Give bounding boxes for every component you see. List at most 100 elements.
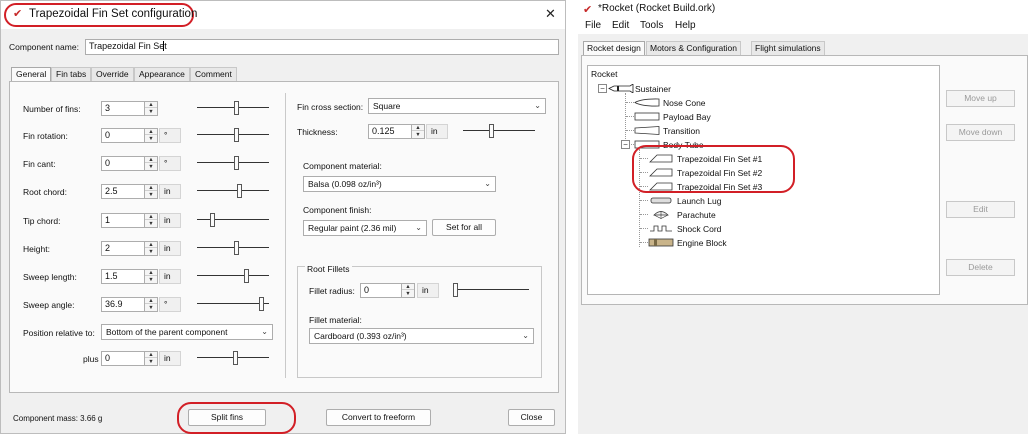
sweep-length-slider[interactable]: [197, 269, 269, 283]
fillet-radius-spinner[interactable]: ▲ ▼: [401, 283, 415, 298]
finish-value: Regular paint (2.36 mil): [308, 223, 397, 233]
fin-cant-input[interactable]: 0: [101, 156, 145, 171]
slider-thumb[interactable]: [244, 269, 249, 283]
slider-thumb[interactable]: [234, 156, 239, 170]
thickness-unit[interactable]: in: [426, 124, 448, 139]
move-up-button[interactable]: Move up: [946, 90, 1015, 107]
fin-rotation-input[interactable]: 0: [101, 128, 145, 143]
thickness-spinner[interactable]: ▲ ▼: [411, 124, 425, 139]
set-for-all-button[interactable]: Set for all: [432, 219, 496, 236]
tree-collapse-icon[interactable]: −: [598, 84, 607, 93]
plus-unit[interactable]: in: [159, 351, 181, 366]
sweep-length-unit[interactable]: in: [159, 269, 181, 284]
spin-up-icon: ▲: [412, 125, 424, 131]
sweep-angle-input[interactable]: 36.9: [101, 297, 145, 312]
menu-tools[interactable]: Tools: [640, 20, 663, 31]
convert-to-freeform-button[interactable]: Convert to freeform: [326, 409, 431, 426]
slider-thumb[interactable]: [237, 184, 242, 198]
tip-chord-spinner[interactable]: ▲ ▼: [144, 213, 158, 228]
plus-input[interactable]: 0: [101, 351, 145, 366]
material-select[interactable]: Balsa (0.098 oz/in³) ⌄: [303, 176, 496, 192]
finish-label: Component finish:: [303, 205, 372, 215]
fillet-radius-slider[interactable]: [453, 283, 529, 297]
finish-select[interactable]: Regular paint (2.36 mil) ⌄: [303, 220, 427, 236]
number-of-fins-spinner[interactable]: ▲ ▼: [144, 101, 158, 116]
cross-section-select[interactable]: Square ⌄: [368, 98, 546, 114]
tree-collapse-icon[interactable]: −: [621, 140, 630, 149]
sweep-length-label: Sweep length:: [23, 272, 77, 282]
slider-thumb[interactable]: [233, 351, 238, 365]
rocket-tabs: Rocket design Motors & Configuration Fli…: [583, 41, 833, 56]
sweep-angle-unit[interactable]: °: [159, 297, 181, 312]
tab-flight-simulations[interactable]: Flight simulations: [751, 41, 825, 56]
fin-rotation-slider[interactable]: [197, 128, 269, 142]
spin-up-icon: ▲: [145, 214, 157, 220]
height-input[interactable]: 2: [101, 241, 145, 256]
sweep-angle-spinner[interactable]: ▲ ▼: [144, 297, 158, 312]
tree-item-label: Launch Lug: [677, 196, 722, 206]
fin-cant-spinner[interactable]: ▲ ▼: [144, 156, 158, 171]
root-chord-spinner[interactable]: ▲ ▼: [144, 184, 158, 199]
spin-up-icon: ▲: [145, 102, 157, 108]
sweep-angle-slider[interactable]: [197, 297, 269, 311]
slider-thumb[interactable]: [259, 297, 264, 311]
tree-guide-line: [626, 102, 634, 103]
rocket-window-title: *Rocket (Rocket Build.ork): [598, 3, 716, 14]
height-spinner[interactable]: ▲ ▼: [144, 241, 158, 256]
root-chord-unit[interactable]: in: [159, 184, 181, 199]
menu-file[interactable]: File: [585, 20, 601, 31]
spin-down-icon: ▼: [148, 164, 154, 170]
slider-thumb[interactable]: [234, 128, 239, 142]
fillet-radius-unit[interactable]: in: [417, 283, 439, 298]
thickness-slider[interactable]: [463, 124, 535, 138]
close-icon[interactable]: ✕: [545, 6, 556, 22]
slider-thumb[interactable]: [234, 241, 239, 255]
tree-item-label: Transition: [663, 126, 701, 136]
slider-thumb[interactable]: [453, 283, 458, 297]
fillet-radius-input[interactable]: 0: [360, 283, 402, 298]
plus-label: plus: [83, 354, 99, 364]
tip-chord-slider[interactable]: [197, 213, 269, 227]
menu-help[interactable]: Help: [675, 20, 696, 31]
tree-item-label: Sustainer: [635, 84, 671, 94]
sustainer-icon: [608, 83, 634, 95]
root-chord-input[interactable]: 2.5: [101, 184, 145, 199]
fillet-material-select[interactable]: Cardboard (0.393 oz/in³) ⌄: [309, 328, 534, 344]
move-down-button[interactable]: Move down: [946, 124, 1015, 141]
thickness-input[interactable]: 0.125: [368, 124, 412, 139]
fin-cant-slider[interactable]: [197, 156, 269, 170]
slider-thumb[interactable]: [234, 101, 239, 115]
split-fins-button[interactable]: Split fins: [188, 409, 266, 426]
number-of-fins-input[interactable]: 3: [101, 101, 145, 116]
plus-spinner[interactable]: ▲ ▼: [144, 351, 158, 366]
menu-edit[interactable]: Edit: [612, 20, 629, 31]
tree-guide-line: [626, 116, 634, 117]
tip-chord-unit[interactable]: in: [159, 213, 181, 228]
height-slider[interactable]: [197, 241, 269, 255]
height-unit[interactable]: in: [159, 241, 181, 256]
slider-thumb[interactable]: [489, 124, 494, 138]
root-chord-slider[interactable]: [197, 184, 269, 198]
fin-rotation-unit[interactable]: °: [159, 128, 181, 143]
edit-button[interactable]: Edit: [946, 201, 1015, 218]
fin-rotation-spinner[interactable]: ▲ ▼: [144, 128, 158, 143]
chevron-down-icon: ⌄: [261, 327, 268, 336]
fin-cant-unit[interactable]: °: [159, 156, 181, 171]
slider-thumb[interactable]: [210, 213, 215, 227]
fin-shape-fields: Number of fins: 3 ▲ ▼ Fin rotation: 0 ▲ ▼ ° Fin c…: [1, 1, 291, 434]
sweep-length-spinner[interactable]: ▲ ▼: [144, 269, 158, 284]
delete-button[interactable]: Delete: [946, 259, 1015, 276]
position-relative-value: Bottom of the parent component: [106, 327, 228, 337]
number-of-fins-slider[interactable]: [197, 101, 269, 115]
root-chord-label: Root chord:: [23, 187, 67, 197]
tip-chord-input[interactable]: 1: [101, 213, 145, 228]
number-of-fins-label: Number of fins:: [23, 104, 81, 114]
close-button[interactable]: Close: [508, 409, 555, 426]
parachute-icon: [648, 210, 674, 221]
sweep-length-input[interactable]: 1.5: [101, 269, 145, 284]
position-relative-select[interactable]: Bottom of the parent component ⌄: [101, 324, 273, 340]
tab-rocket-design[interactable]: Rocket design: [583, 41, 645, 56]
tab-motors-configuration[interactable]: Motors & Configuration: [646, 41, 741, 56]
plus-slider[interactable]: [197, 351, 269, 365]
tip-chord-label: Tip chord:: [23, 216, 61, 226]
